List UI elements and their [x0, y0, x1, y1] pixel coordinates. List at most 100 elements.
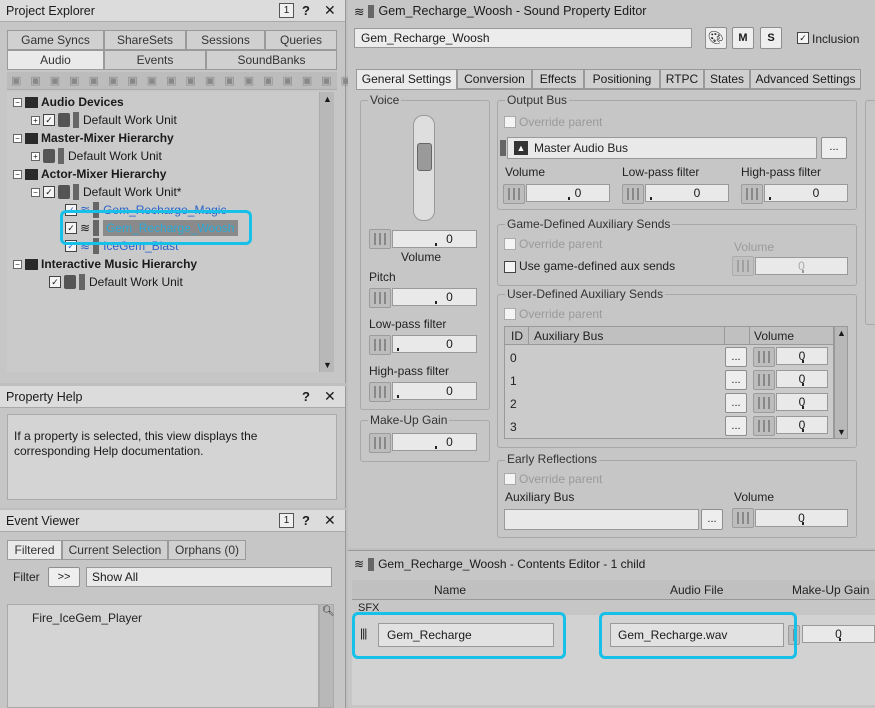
object-name-input[interactable]: Gem_Recharge_Woosh — [354, 28, 692, 48]
aux-row-link-icon[interactable] — [753, 347, 775, 367]
output-hpf-label: High-pass filter — [741, 165, 822, 179]
game-aux-link-icon[interactable] — [732, 256, 754, 276]
close-icon[interactable]: ✕ — [324, 2, 336, 19]
tab-states[interactable]: States — [704, 69, 750, 89]
filter-expand-button[interactable]: >> — [48, 567, 80, 587]
early-volume-link-icon[interactable] — [732, 508, 754, 528]
aux-row-volume-field[interactable]: 0 — [776, 347, 828, 365]
event-list-scrollbar[interactable]: 🔍︎ — [319, 604, 335, 708]
tab-conversion[interactable]: Conversion — [457, 69, 532, 89]
aux-table-scrollbar[interactable]: ▲ ▼ — [834, 326, 848, 439]
tree-item-work-unit[interactable]: ✓ Default Work Unit — [49, 273, 183, 291]
close-icon[interactable]: ✕ — [324, 388, 336, 405]
volume-link-icon[interactable] — [369, 229, 391, 249]
help-icon[interactable]: ? — [302, 389, 310, 404]
item-file-highlight — [599, 612, 797, 659]
voice-volume-field[interactable]: 0 — [392, 230, 477, 248]
inclusion-checkbox[interactable]: ✓ — [797, 32, 809, 44]
pin-icon[interactable]: 1 — [279, 3, 294, 18]
output-volume-field[interactable]: 0 — [526, 184, 610, 202]
lpf-link-icon[interactable] — [369, 335, 391, 355]
solo-button[interactable]: S — [760, 27, 782, 49]
tree-item-work-unit[interactable]: + Default Work Unit — [31, 147, 162, 165]
property-help-title: Property Help — [6, 389, 83, 404]
aux-row-volume-field[interactable]: 0 — [776, 416, 828, 434]
tree-scrollbar[interactable]: ▲ ▼ — [319, 92, 334, 372]
color-palette-button[interactable]: 🎨︎ — [705, 27, 727, 49]
early-aux-bus-browse-button[interactable]: ... — [701, 509, 723, 530]
makeup-gain-field[interactable]: 0 — [392, 433, 477, 451]
tab-events[interactable]: Events — [104, 50, 206, 70]
tree-item-interactive-music[interactable]: − Interactive Music Hierarchy — [13, 255, 197, 273]
help-icon[interactable]: ? — [302, 513, 310, 528]
output-bus-field[interactable]: ▲ Master Audio Bus — [507, 137, 817, 159]
output-volume-link-icon[interactable] — [503, 184, 525, 204]
tree-item-work-unit[interactable]: − ✓ Default Work Unit* — [31, 183, 181, 201]
aux-row-browse-button[interactable]: ... — [725, 416, 747, 436]
user-aux-override-checkbox[interactable] — [504, 308, 516, 320]
folder-icon — [25, 258, 38, 270]
aux-row-volume-field[interactable]: 0 — [776, 393, 828, 411]
tab-game-syncs[interactable]: Game Syncs — [7, 30, 104, 50]
voice-hpf-field[interactable]: 0 — [392, 382, 477, 400]
filter-label: Filter — [13, 570, 40, 584]
inclusion-label: Inclusion — [812, 32, 860, 46]
project-explorer-panel: Project Explorer 1 ? ✕ Game Syncs ShareS… — [0, 0, 351, 383]
tab-sessions[interactable]: Sessions — [186, 30, 265, 50]
tab-soundbanks[interactable]: SoundBanks — [206, 50, 337, 70]
output-hpf-field[interactable]: 0 — [764, 184, 848, 202]
aux-row-volume-field[interactable]: 0 — [776, 370, 828, 388]
event-list: Fire_IceGem_Player — [7, 604, 319, 708]
game-aux-override-checkbox[interactable] — [504, 238, 516, 250]
object-toolbar: ▣▣▣▣▣▣▣▣▣▣▣▣▣▣▣▣▣▣ — [7, 72, 351, 90]
tab-advanced-settings[interactable]: Advanced Settings — [750, 69, 861, 89]
early-volume-field[interactable]: 0 — [755, 509, 848, 527]
folder-icon — [25, 168, 38, 180]
help-icon[interactable]: ? — [302, 3, 310, 18]
output-override-checkbox[interactable] — [504, 116, 516, 128]
output-lpf-field[interactable]: 0 — [645, 184, 729, 202]
filter-input[interactable]: Show All — [86, 567, 332, 587]
item-gain-field[interactable]: 0 — [802, 625, 875, 643]
output-bus-browse-button[interactable]: ... — [821, 137, 847, 159]
aux-row-link-icon[interactable] — [753, 393, 775, 413]
tab-filtered[interactable]: Filtered — [7, 540, 62, 560]
makeup-link-icon[interactable] — [369, 433, 391, 453]
tab-queries[interactable]: Queries — [265, 30, 337, 50]
event-item[interactable]: Fire_IceGem_Player — [32, 611, 142, 625]
game-aux-volume-field[interactable]: 0 — [755, 257, 848, 275]
pitch-link-icon[interactable] — [369, 288, 391, 308]
tab-rtpc[interactable]: RTPC — [660, 69, 704, 89]
tree-item-master-mixer[interactable]: − Master-Mixer Hierarchy — [13, 129, 174, 147]
col-aux-bus: Auxiliary Bus — [534, 329, 604, 343]
tab-current-selection[interactable]: Current Selection — [62, 540, 168, 560]
output-lpf-link-icon[interactable] — [622, 184, 644, 204]
hpf-link-icon[interactable] — [369, 382, 391, 402]
tab-positioning[interactable]: Positioning — [584, 69, 660, 89]
early-aux-bus-field[interactable] — [504, 509, 699, 530]
use-game-aux-checkbox[interactable] — [504, 261, 516, 273]
tab-sharesets[interactable]: ShareSets — [104, 30, 186, 50]
tree-item-actor-mixer[interactable]: − Actor-Mixer Hierarchy — [13, 165, 166, 183]
search-icon[interactable]: 🔍︎ — [322, 606, 335, 617]
aux-row-link-icon[interactable] — [753, 416, 775, 436]
aux-row-browse-button[interactable]: ... — [725, 370, 747, 390]
volume-fader[interactable] — [413, 115, 435, 221]
output-hpf-link-icon[interactable] — [741, 184, 763, 204]
tab-effects[interactable]: Effects — [532, 69, 584, 89]
mute-button[interactable]: M — [732, 27, 754, 49]
early-override-checkbox[interactable] — [504, 473, 516, 485]
tree-item-work-unit[interactable]: + ✓ Default Work Unit — [31, 111, 177, 129]
close-icon[interactable]: ✕ — [324, 512, 336, 529]
pin-icon[interactable]: 1 — [279, 513, 294, 528]
tab-orphans[interactable]: Orphans (0) — [168, 540, 246, 560]
tree-item-audio-devices[interactable]: − Audio Devices — [13, 93, 124, 111]
aux-row-browse-button[interactable]: ... — [725, 347, 747, 367]
voice-lpf-field[interactable]: 0 — [392, 335, 477, 353]
tab-audio[interactable]: Audio — [7, 50, 104, 70]
tab-general-settings[interactable]: General Settings — [356, 69, 457, 90]
aux-row-link-icon[interactable] — [753, 370, 775, 390]
aux-row-id: 0 — [510, 351, 517, 365]
pitch-field[interactable]: 0 — [392, 288, 477, 306]
aux-row-browse-button[interactable]: ... — [725, 393, 747, 413]
